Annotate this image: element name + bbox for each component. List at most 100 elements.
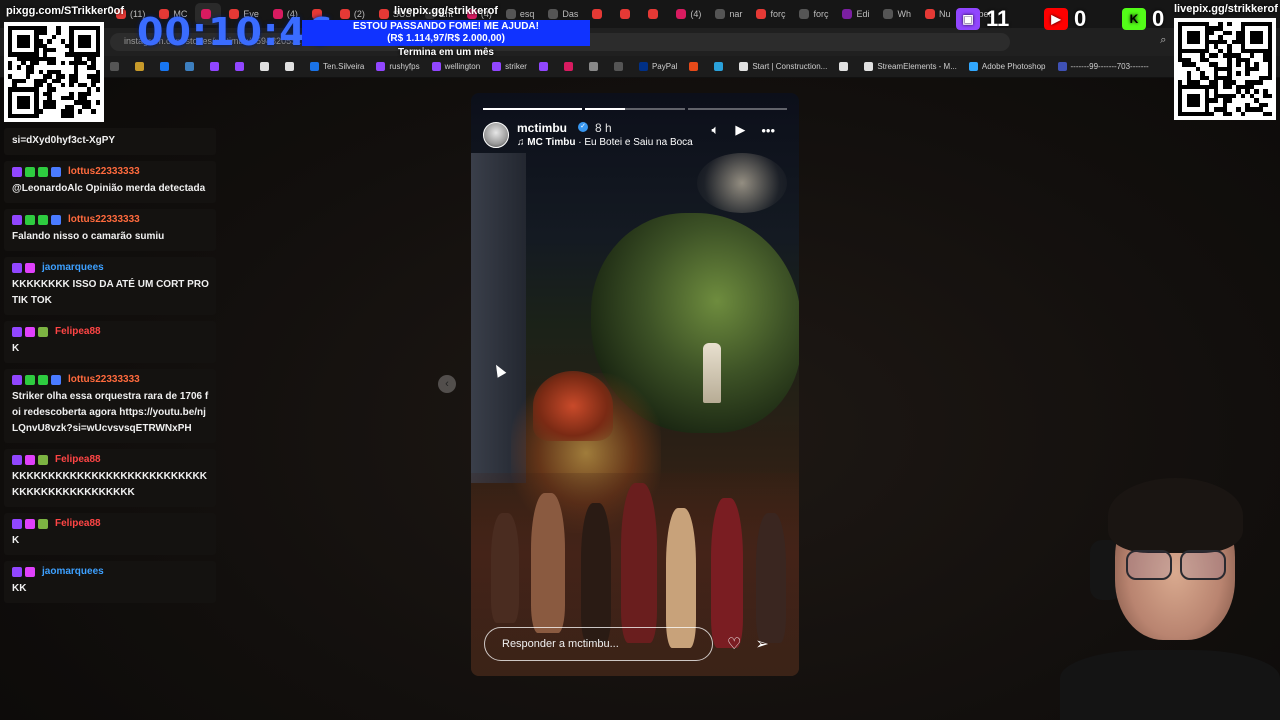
chat-message-text: K [12,343,20,354]
story-progress-fill [483,108,583,110]
bookmark-favicon-icon [492,62,502,71]
chat-badge-icon [25,518,35,529]
chat-badge-icon [12,326,22,337]
tab-label: Nu [938,9,951,19]
bookmarks-bar: Ten.Silveira rushyfps wellington striker Pay… [0,56,1280,78]
chat-username[interactable]: jaomarquees [42,262,104,273]
browser-tab[interactable]: Edi [836,3,875,25]
reply-input[interactable]: Responder a mctimbu... [484,627,713,661]
bookmark-item[interactable] [160,62,173,71]
chat-username[interactable]: lottus22333333 [68,374,140,385]
browser-tab[interactable]: Nu [919,3,957,25]
bookmark-item[interactable] [839,62,852,71]
chat-badge-icon [25,374,35,385]
browser-tab[interactable] [586,3,612,25]
bookmark-item[interactable] [260,62,273,71]
more-icon[interactable]: ••• [761,123,775,138]
browser-tab[interactable]: (4) [670,3,707,25]
tab-label: Edi [856,9,870,19]
kick-count: 0 [1152,6,1165,31]
bookmark-favicon-icon [563,62,573,71]
bookmark-item[interactable]: striker [492,62,527,71]
chat-message-text: Striker olha essa orquestra rara de 1706… [12,391,209,434]
bookmark-item[interactable]: -------99-------703------- [1057,62,1149,71]
bookmark-item[interactable] [613,62,627,71]
story-progress-segment [687,108,787,110]
bookmark-item[interactable] [588,62,602,71]
browser-tab[interactable]: forç [793,3,834,25]
bookmark-favicon-icon [110,62,119,71]
twitch-count: 11 [986,6,1010,31]
chat-username[interactable]: lottus22333333 [68,214,140,225]
donation-goal-message: ESTOU PASSANDO FOME! ME AJUDA! [353,21,539,32]
donation-goal-title: livepix.gg/strikkerof [394,5,498,17]
chat-username[interactable]: Felipea88 [55,454,101,465]
browser-tab[interactable]: Wh [877,3,917,25]
bookmark-favicon-icon [235,62,244,71]
bookmark-item[interactable]: Ten.Silveira [310,62,364,71]
tab-label: (4) [690,9,702,19]
chat-message-text: KKKKKKKK ISSO DA ATÉ UM CORT PRO TIK TOK [12,279,209,306]
tab-label: nar [729,9,743,19]
story-username[interactable]: mctimbu [517,121,567,135]
bookmark-item[interactable] [714,62,727,71]
webcam-glasses [1126,550,1226,580]
browser-tab[interactable] [614,3,640,25]
song-title: Eu Botei e Saiu na Boca [584,137,693,148]
donation-goal-amount: (R$ 1.114,97/R$ 2.000,00) [387,33,505,44]
story-progress-bar [483,108,787,110]
play-icon[interactable]: ▶ [735,122,745,138]
bookmark-item[interactable]: StreamElements - M... [864,62,957,71]
chat-badge-icon [25,454,35,465]
heart-icon[interactable]: ♡ [727,634,741,654]
bookmark-favicon-icon [588,62,598,71]
send-icon[interactable]: ➢ [755,634,768,654]
bookmark-item[interactable] [210,62,223,71]
chat-message: Felipea88 KKKKKKKKKKKKKKKKKKKKKKKKKKKKKKK… [4,449,216,507]
tab-favicon-icon [715,9,726,19]
bookmark-item[interactable] [538,62,552,71]
bookmark-item[interactable] [285,62,298,71]
chat-badge-icon [38,214,48,225]
qr-code-right [1174,18,1276,120]
chat-username[interactable]: Felipea88 [55,326,101,337]
avatar[interactable] [483,122,509,148]
bookmark-item[interactable] [235,62,248,71]
browser-tab[interactable]: nar [709,3,748,25]
bookmark-item[interactable] [185,62,198,71]
chat-badge-icon [12,454,22,465]
bookmark-item[interactable] [689,62,702,71]
story-controls: 🔈︎ ▶ ••• [712,122,775,138]
browser-tab[interactable] [642,3,668,25]
story-header: mctimbu ✓ 8 h ♫ MC Timbu · Eu Botei e Sa… [483,120,787,154]
bookmark-favicon-icon [613,62,623,71]
previous-story-button[interactable]: ‹ [438,375,456,393]
speaker-icon[interactable]: 🔈︎ [712,122,720,138]
zoom-icon[interactable]: ⌕ [1160,34,1166,47]
bookmark-item[interactable]: Adobe Photoshop [968,62,1046,71]
bookmark-item[interactable] [110,62,123,71]
story-street-light [697,153,787,213]
story-song[interactable]: ♫ MC Timbu · Eu Botei e Saiu na Boca [517,137,693,148]
chat-username[interactable]: jaomarquees [42,566,104,577]
bookmark-item[interactable]: PayPal [638,62,677,71]
chat-badge-icon [25,326,35,337]
chat-message-header: Felipea88 [12,454,210,465]
chat-badge-icon [12,166,22,177]
chat-badge-icon [38,166,48,177]
chat-message-header: Felipea88 [12,326,210,337]
bookmark-favicon-icon [431,62,441,71]
bookmark-item[interactable]: wellington [431,62,480,71]
bookmark-item[interactable]: Start | Construction... [739,62,827,71]
chat-username[interactable]: Felipea88 [55,518,101,529]
instagram-story[interactable]: mctimbu ✓ 8 h ♫ MC Timbu · Eu Botei e Sa… [471,93,799,676]
browser-tab[interactable]: forç [750,3,791,25]
tab-favicon-icon [883,9,894,19]
tab-favicon-icon [620,9,631,19]
chat-username[interactable]: lottus22333333 [68,166,140,177]
bookmark-item[interactable] [563,62,577,71]
bookmark-favicon-icon [739,62,749,71]
bookmark-item[interactable] [135,62,148,71]
bookmark-item[interactable]: rushyfps [376,62,420,71]
chat-message-text: si=dXyd0hyf3ct-XgPY [12,135,116,146]
